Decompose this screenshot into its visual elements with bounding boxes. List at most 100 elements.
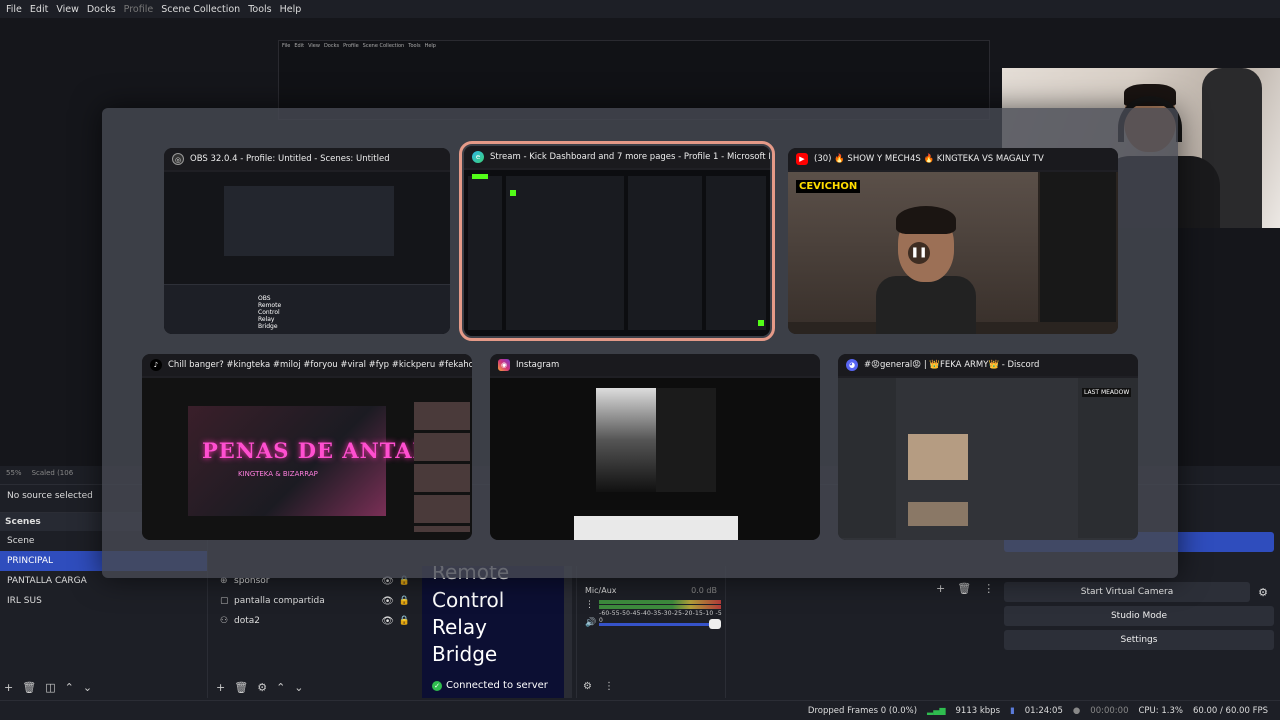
mixer-db-value: 0.0 dB bbox=[691, 586, 717, 595]
mixer-toolbar: ⚙ ⋮ bbox=[583, 681, 614, 692]
audio-mixer: Mic/Aux 0.0 dB ⋮ -60-55-50-45-40-35-30-2… bbox=[576, 566, 726, 698]
signal-bars-icon: ▂▄▆ bbox=[927, 706, 946, 715]
window-thumbnail: LAST MEADOW bbox=[838, 378, 1138, 540]
mixer-channel-label: Mic/Aux bbox=[585, 586, 617, 595]
menu-scene-collection[interactable]: Scene Collection bbox=[157, 4, 244, 15]
scaled-label: Scaled (106 bbox=[31, 469, 74, 477]
audio-meter bbox=[599, 600, 721, 604]
menu-view[interactable]: View bbox=[52, 4, 83, 15]
discord-icon: ◕ bbox=[846, 359, 858, 371]
menu-profile[interactable]: Profile bbox=[120, 4, 158, 15]
video-subtitle-overlay: KINGTEKA & BIZARRAP bbox=[238, 470, 318, 478]
cevichon-label: CEVICHON bbox=[796, 180, 861, 193]
connection-status: ✓ Connected to server bbox=[432, 680, 548, 691]
menu-help[interactable]: Help bbox=[276, 4, 306, 15]
last-meadow-label: LAST MEADOW bbox=[1082, 388, 1132, 397]
remove-source-icon[interactable]: 🗑 bbox=[234, 681, 248, 694]
record-time: 00:00:00 bbox=[1090, 705, 1129, 716]
settings-button[interactable]: Settings bbox=[1004, 630, 1274, 650]
volume-slider-handle[interactable] bbox=[709, 619, 721, 629]
add-scene-icon[interactable]: + bbox=[4, 681, 13, 694]
transitions-toolbar: + 🗑 ⋮ bbox=[936, 582, 994, 595]
window-thumbnail: PENAS DE ANTAÑO KINGTEKA & BIZARRAP bbox=[142, 378, 472, 540]
scenes-toolbar: + 🗑 ◫ ⌃ ⌄ bbox=[4, 681, 92, 694]
audio-meter bbox=[599, 605, 721, 609]
scene-item-irl-sus[interactable]: IRL SUS bbox=[0, 591, 207, 611]
window-title: #😡general😡 | 👑FEKA ARMY👑 - Discord bbox=[864, 360, 1040, 370]
source-name: pantalla compartida bbox=[234, 596, 325, 606]
lock-icon[interactable]: 🔒 bbox=[399, 596, 410, 606]
status-bar: Dropped Frames 0 (0.0%) ▂▄▆ 9113 kbps ▮ … bbox=[0, 700, 1280, 720]
add-source-icon[interactable]: + bbox=[216, 681, 225, 694]
window-title: OBS 32.0.4 - Profile: Untitled - Scenes:… bbox=[190, 154, 390, 164]
zoom-level[interactable]: 55% bbox=[6, 469, 22, 477]
source-properties-icon[interactable]: ⚙ bbox=[257, 681, 267, 694]
menu-file[interactable]: File bbox=[2, 4, 26, 15]
switcher-window-youtube[interactable]: ▶ (30) 🔥 SHOW Y MECH4S 🔥 KINGTEKA VS MAG… bbox=[788, 148, 1118, 334]
window-thumbnail: OBS Remote Control Relay Bridge bbox=[164, 172, 450, 334]
edge-icon: e bbox=[472, 151, 484, 163]
window-switcher: ◎ OBS 32.0.4 - Profile: Untitled - Scene… bbox=[102, 108, 1178, 578]
menu-tools[interactable]: Tools bbox=[244, 4, 275, 15]
window-thumbnail bbox=[464, 170, 770, 336]
window-title: Stream - Kick Dashboard and 7 more pages… bbox=[490, 152, 770, 162]
dropped-frames: Dropped Frames 0 (0.0%) bbox=[807, 705, 918, 716]
lock-icon[interactable]: 🔒 bbox=[399, 616, 410, 626]
menu-edit[interactable]: Edit bbox=[26, 4, 52, 15]
window-title: Instagram bbox=[516, 360, 560, 370]
window-title: (30) 🔥 SHOW Y MECH4S 🔥 KINGTEKA VS MAGAL… bbox=[814, 154, 1044, 164]
fps: 60.00 / 60.00 FPS bbox=[1192, 705, 1268, 716]
move-up-icon[interactable]: ⌃ bbox=[65, 681, 74, 694]
add-transition-icon[interactable]: + bbox=[936, 582, 945, 595]
scene-filters-icon[interactable]: ◫ bbox=[45, 681, 55, 694]
obs-icon: ◎ bbox=[172, 153, 184, 165]
move-down-icon[interactable]: ⌄ bbox=[83, 681, 92, 694]
menu-docks[interactable]: Docks bbox=[83, 4, 120, 15]
scrollbar[interactable] bbox=[564, 566, 572, 698]
instagram-icon: ◉ bbox=[498, 359, 510, 371]
sources-toolbar: + 🗑 ⚙ ⌃ ⌄ bbox=[216, 681, 304, 694]
mixer-settings-icon[interactable]: ⚙ bbox=[583, 681, 592, 692]
record-icon: ● bbox=[1072, 705, 1081, 716]
source-row[interactable]: ⚇ dota2 👁 🔒 bbox=[212, 611, 418, 631]
start-virtual-camera-button[interactable]: Start Virtual Camera bbox=[1004, 582, 1250, 602]
pause-icon: ❚❚ bbox=[908, 242, 930, 264]
move-up-icon[interactable]: ⌃ bbox=[276, 681, 285, 694]
remote-control-relay-bridge-panel: Remote Control Relay Bridge ✓ Connected … bbox=[422, 566, 572, 698]
source-row[interactable]: ▢ pantalla compartida 👁 🔒 bbox=[212, 591, 418, 611]
relay-title-line: Relay bbox=[432, 615, 487, 639]
relay-title-line: Control bbox=[432, 588, 505, 612]
tiktok-icon: ♪ bbox=[150, 359, 162, 371]
meter-ticks: -60-55-50-45-40-35-30-25-20-15-10 -5 0 bbox=[599, 610, 722, 624]
relay-title-line: Bridge bbox=[432, 642, 498, 666]
cpu-usage: CPU: 1.3% bbox=[1138, 705, 1183, 716]
studio-mode-button[interactable]: Studio Mode bbox=[1004, 606, 1274, 626]
mixer-menu-icon[interactable]: ⋮ bbox=[604, 681, 614, 692]
menu-bar: File Edit View Docks Profile Scene Colle… bbox=[0, 0, 1280, 18]
move-down-icon[interactable]: ⌄ bbox=[294, 681, 303, 694]
speaker-icon[interactable]: 🔊 bbox=[585, 618, 596, 628]
switcher-window-edge[interactable]: e Stream - Kick Dashboard and 7 more pag… bbox=[459, 141, 775, 341]
visibility-eye-icon[interactable]: 👁 bbox=[381, 596, 394, 607]
remove-transition-icon[interactable]: 🗑 bbox=[957, 582, 971, 595]
game-capture-icon: ⚇ bbox=[220, 616, 229, 626]
stream-live-icon: ▮ bbox=[1010, 705, 1015, 716]
virtual-camera-gear-icon[interactable]: ⚙ bbox=[1252, 582, 1274, 602]
remove-scene-icon[interactable]: 🗑 bbox=[22, 681, 36, 694]
switcher-window-obs[interactable]: ◎ OBS 32.0.4 - Profile: Untitled - Scene… bbox=[164, 148, 450, 334]
window-thumbnail: CEVICHON ❚❚ bbox=[788, 172, 1118, 334]
visibility-eye-icon[interactable]: 👁 bbox=[381, 616, 394, 627]
volume-slider[interactable] bbox=[599, 623, 719, 626]
source-name: dota2 bbox=[234, 616, 260, 626]
youtube-icon: ▶ bbox=[796, 153, 808, 165]
stream-time: 01:24:05 bbox=[1024, 705, 1063, 716]
switcher-window-instagram[interactable]: ◉ Instagram bbox=[490, 354, 820, 540]
window-title: Chill banger? #kingteka #miloj #foryou #… bbox=[168, 360, 472, 370]
window-capture-icon: ▢ bbox=[220, 596, 229, 606]
transition-menu-icon[interactable]: ⋮ bbox=[983, 582, 994, 595]
window-thumbnail bbox=[490, 378, 820, 540]
switcher-window-tiktok[interactable]: ♪ Chill banger? #kingteka #miloj #foryou… bbox=[142, 354, 472, 540]
switcher-window-discord[interactable]: ◕ #😡general😡 | 👑FEKA ARMY👑 - Discord LAS… bbox=[838, 354, 1138, 540]
check-icon: ✓ bbox=[432, 680, 442, 691]
meter-icon: ⋮ bbox=[585, 600, 594, 610]
